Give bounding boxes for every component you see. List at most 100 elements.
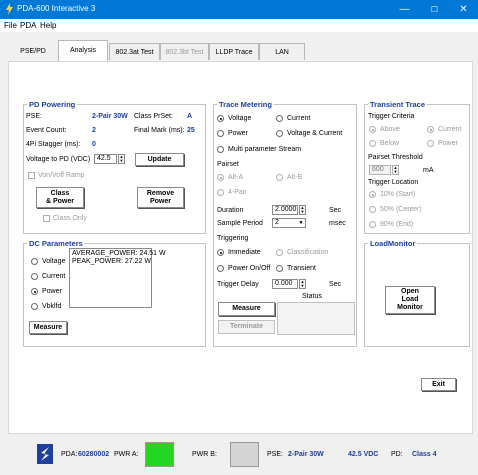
trace-radio-voltage[interactable] [217,115,224,122]
status-box [277,302,355,335]
transient-trace-title: Transient Trace [368,100,428,109]
dc-vbklfd-label: Vbklfd [42,303,62,310]
trigger-radio-power-onoff[interactable] [217,265,224,272]
final-mark-value: 25 [187,127,195,134]
threshold-label: Pairset Threshold [368,154,423,161]
minimize-button[interactable]: — [390,0,419,19]
transient-trace-group: Transient Trace Trigger Criteria Above C… [364,100,470,234]
trigger-delay-unit: Sec [329,281,342,288]
terminate-button[interactable]: Terminate [218,320,275,334]
class-prset-value: A [187,113,193,120]
duration-unit: Sec [329,207,342,214]
criteria-power-label: Power [438,140,458,147]
tab-strip: PSE/PD Analysis 802.3at Test 802.3bt Tes… [8,40,473,63]
threshold-input[interactable]: 600 [369,165,391,175]
dc-voltage-label: Voltage [42,258,66,265]
criteria-radio-power[interactable] [427,140,434,147]
pd-powering-title: PD Powering [27,100,78,109]
class-power-button[interactable]: Class & Power [36,187,84,208]
location-radio-90[interactable] [369,221,376,228]
pse-label: PSE: [26,113,42,120]
tab-802-3bt-test[interactable]: 802.3bt Test [160,43,209,60]
pda-label: PDA: [61,451,78,458]
criteria-radio-current[interactable] [427,126,434,133]
title-bar: PDA-600 Interactive 3 — ☐ ✕ [0,0,478,19]
location-radio-50[interactable] [369,206,376,213]
chevron-down-icon[interactable]: ▼ [297,218,305,228]
dc-radio-power[interactable] [31,288,38,295]
criteria-below-label: Below [380,140,400,147]
trace-multi-stream-label: Multi parameter Stream [228,146,302,153]
dc-current-label: Current [42,273,66,280]
class-prset-label: Class PrSet: [134,113,173,120]
open-load-monitor-button[interactable]: Open Load Monitor [385,286,435,314]
pairset-radio-alt-a[interactable] [217,174,224,181]
event-count-label: Event Count: [26,127,67,134]
exit-button[interactable]: Exit [421,378,456,391]
trace-metering-group: Trace Metering Voltage Current Power Vol… [213,100,357,347]
trigger-radio-transient[interactable] [276,265,283,272]
trigger-delay-input[interactable]: 0.000 [272,279,298,289]
trigger-radio-classification[interactable] [276,249,283,256]
trigger-immediate-label: Immediate [228,249,261,256]
dc-radio-voltage[interactable] [31,258,38,265]
remove-power-button[interactable]: Remove Power [137,187,184,208]
dc-measure-button[interactable]: Measure [29,321,67,334]
dc-radio-current[interactable] [31,273,38,280]
trace-measure-button[interactable]: Measure [218,302,275,316]
trigger-delay-spinner[interactable]: ▲ ▼ [299,279,306,289]
trace-radio-voltage-current[interactable] [276,130,283,137]
analysis-panel: PD Powering PSE: 2-Pair 30W Class PrSet:… [8,61,473,434]
trace-current-label: Current [287,115,311,122]
threshold-spinner[interactable]: ▲ ▼ [392,165,399,175]
duration-input[interactable]: 2.0000 [272,205,298,215]
pwr-b-label: PWR B: [192,451,217,458]
location-radio-10[interactable] [369,191,376,198]
trace-radio-power[interactable] [217,130,224,137]
tab-802-3at-test[interactable]: 802.3at Test [109,43,160,60]
trace-radio-multi-stream[interactable] [217,146,224,153]
criteria-radio-above[interactable] [369,126,376,133]
trace-power-label: Power [228,130,248,137]
tab-analysis[interactable]: Analysis [58,40,108,61]
pairset-radio-4-pair[interactable] [217,189,224,196]
tab-lldp-trace[interactable]: LLDP Trace [209,43,259,60]
trace-radio-current[interactable] [276,115,283,122]
voltage-to-pd-input[interactable]: 42.5 [94,154,117,164]
dc-readout: AVERAGE_POWER: 24.51 W PEAK_POWER: 27.22… [69,248,166,308]
menu-pda[interactable]: PDA [20,21,36,30]
duration-label: Duration [217,207,244,214]
maximize-button[interactable]: ☐ [420,0,449,19]
dc-radio-vbklfd[interactable] [31,303,38,310]
pairset-radio-alt-b[interactable] [276,174,283,181]
status-pd-value: Class 4 [412,451,437,458]
menu-help[interactable]: Help [40,21,56,30]
status-pse-value: 2-Pair 30W [288,451,324,458]
load-monitor-group: LoadMonitor Open Load Monitor [364,239,470,347]
stagger-value: 0 [92,141,96,148]
threshold-unit: mA [423,167,434,174]
trigger-location-label: Trigger Location [368,179,419,186]
location-50-label: 50% (Center) [380,206,422,213]
class-only-checkbox[interactable] [43,215,50,222]
dc-power-label: Power [42,288,62,295]
dc-parameters-group: DC Parameters Voltage Current Power Vbkl… [23,239,206,347]
pairset-alt-b-label: Alt-B [287,174,303,181]
von-voff-label: Von/Voff Ramp [38,172,85,179]
duration-spinner[interactable]: ▲ ▼ [299,205,306,215]
sample-period-label: Sample Period [217,220,263,227]
tab-lan[interactable]: LAN [259,43,305,60]
trigger-radio-immediate[interactable] [217,249,224,256]
class-only-label: Class Only [53,215,87,222]
update-button[interactable]: Update [135,153,184,166]
menu-bar: File PDA Help [0,19,478,32]
von-voff-checkbox[interactable] [28,172,35,179]
criteria-radio-below[interactable] [369,140,376,147]
tab-pse-pd[interactable]: PSE/PD [10,43,56,60]
trigger-criteria-label: Trigger Criteria [368,113,415,120]
voltage-spinner[interactable]: ▲ ▼ [118,154,125,164]
trace-voltage-label: Voltage [228,115,252,122]
menu-file[interactable]: File [4,21,17,30]
trigger-delay-label: Trigger Delay [217,281,259,288]
close-button[interactable]: ✕ [449,0,478,19]
